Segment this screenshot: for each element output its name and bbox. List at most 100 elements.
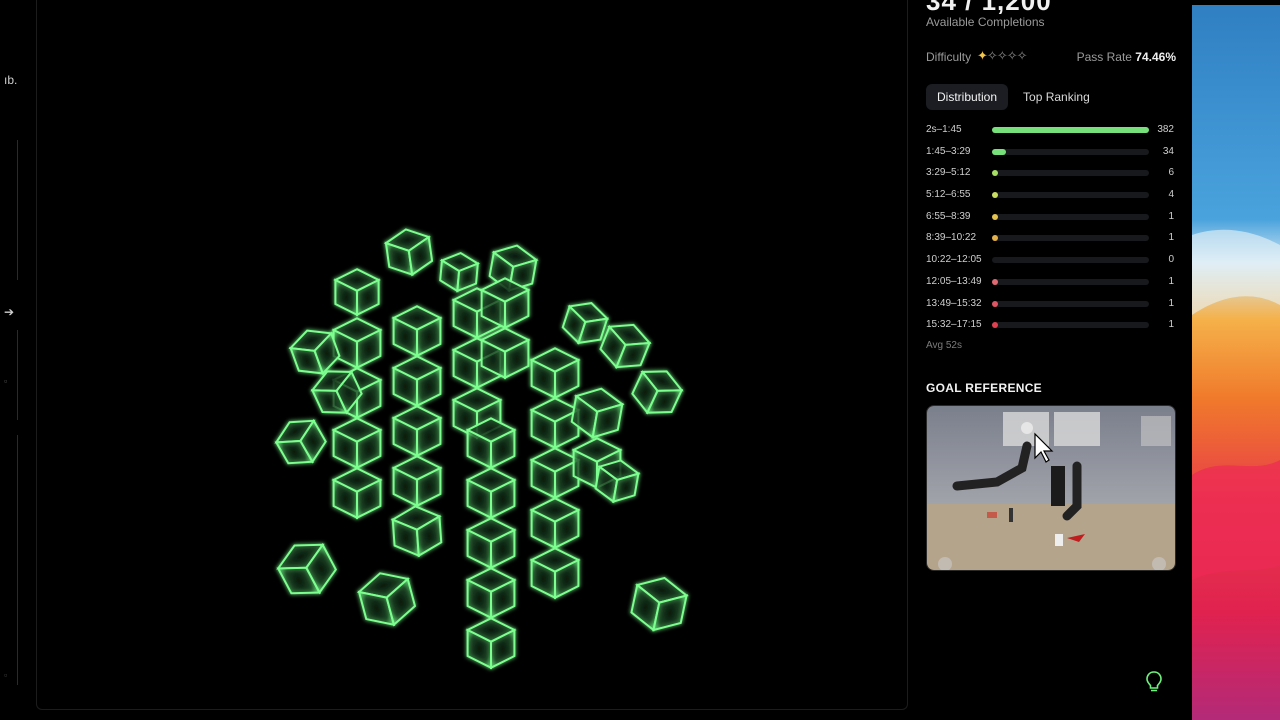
cube [529,397,581,450]
cube [439,251,481,293]
cube [391,405,443,458]
distribution-count: 6 [1168,167,1174,179]
distribution-count: 1 [1168,319,1174,331]
goal-reference-image[interactable] [926,405,1176,571]
pass-rate: Pass Rate 74.46% [1077,50,1176,64]
3d-viewport[interactable] [36,0,908,710]
star-icon: ✧ [986,48,998,63]
pass-rate-label: Pass Rate [1076,50,1132,64]
cube [331,417,383,470]
tab-distribution[interactable]: Distribution [926,84,1009,110]
cube [383,228,434,277]
pass-rate-value: 74.46% [1135,50,1176,64]
cube [465,617,517,670]
cube [333,268,381,317]
distribution-bar-fill [992,300,998,307]
distribution-count: 34 [1162,145,1174,157]
cube [465,517,517,570]
lightbulb-icon[interactable] [1144,670,1164,694]
distribution-range: 12:05–13:49 [926,275,982,287]
cube [331,467,383,520]
distribution-range: 13:49–15:32 [926,297,982,309]
cube [479,327,531,380]
cube [276,542,337,595]
distribution-row: 6:55–8:39 1 [926,207,1176,229]
distribution-bar-fill [992,170,998,177]
distribution-range: 3:29–5:12 [926,167,971,179]
stats-panel: 34 / 1,200 Available Completions Difficu… [908,0,1192,720]
arrow-icon[interactable]: ➔ [4,305,14,319]
distribution-count: 382 [1157,124,1174,135]
left-text-fragment: ıb. [4,73,18,87]
distribution-bar-fill [992,278,998,285]
cube [529,347,581,400]
distribution-row: 15:32–17:15 1 [926,315,1176,337]
distribution-bar-track [992,257,1149,264]
distribution-bar-track [992,170,1149,177]
cube [391,305,443,358]
desktop-wallpaper [1192,5,1280,720]
distribution-bar-track [992,278,1149,285]
cube [274,418,327,465]
difficulty-row: Difficulty ✦✧✧✧✧ Pass Rate 74.46% [926,48,1176,65]
distribution-count: 1 [1168,232,1174,244]
left-mini-icon: ▫ [4,670,8,680]
distribution-row: 3:29–5:12 6 [926,163,1176,185]
star-icon: ✧ [1016,48,1028,63]
difficulty-stars: ✦✧✧✧✧ [977,48,1028,64]
distribution-row: 10:22–12:05 0 [926,250,1176,272]
distribution-count: 1 [1168,275,1174,287]
left-divider [8,140,18,280]
star-icon: ✧ [1006,48,1018,63]
distribution-count: 1 [1168,297,1174,309]
distribution-range: 6:55–8:39 [926,210,971,222]
difficulty-label: Difficulty [926,50,972,64]
distribution-row: 12:05–13:49 1 [926,272,1176,294]
panel-tabs: Distribution Top Ranking [926,84,1101,110]
cube [390,505,443,558]
cube-scene[interactable] [37,0,908,710]
distribution-list: 2s–1:45 382 1:45–3:29 34 3:29–5:12 6 5:12–6:55… [926,120,1176,337]
cube [529,547,581,600]
star-icon: ✧ [996,48,1008,63]
distribution-count: 0 [1168,254,1174,266]
distribution-count: 1 [1168,210,1174,222]
distribution-bar-fill [992,213,998,220]
cube [391,355,443,408]
distribution-range: 5:12–6:55 [926,189,971,201]
distribution-bar-fill [992,127,1149,133]
distribution-bar-fill [992,148,1006,155]
distribution-range: 2s–1:45 [926,124,962,135]
left-divider [8,330,18,420]
available-completions-label: Available Completions [926,15,1045,29]
star-icon: ✦ [977,48,988,63]
distribution-bar-track [992,300,1149,307]
distribution-range: 10:22–12:05 [926,254,982,266]
cube [356,572,417,627]
distribution-bar-track [992,322,1149,329]
distribution-row: 8:39–10:22 1 [926,228,1176,250]
distribution-bar-fill [992,235,998,242]
distribution-row: 13:49–15:32 1 [926,294,1176,316]
cube [465,467,517,520]
cube [465,567,517,620]
cube [391,455,443,508]
cube [630,576,689,632]
distribution-range: 1:45–3:29 [926,145,971,157]
distribution-row: 1:45–3:29 34 [926,142,1176,164]
distribution-bar-track [992,148,1149,155]
distribution-bar-track [992,192,1149,199]
left-sidebar-edge: ıb. ➔ ▫ ▫ [0,0,36,720]
cube [465,417,517,470]
distribution-row: 2s–1:45 382 [926,120,1176,142]
cube [631,370,684,415]
distribution-row: 5:12–6:55 4 [926,185,1176,207]
distribution-bar-track [992,235,1149,242]
cube [331,317,383,370]
goal-reference-title: GOAL REFERENCE [926,381,1042,395]
left-divider [8,435,18,685]
left-mini-icon: ▫ [4,376,8,386]
tab-top-ranking[interactable]: Top Ranking [1012,84,1101,110]
cube [529,447,581,500]
distribution-range: 8:39–10:22 [926,232,977,244]
